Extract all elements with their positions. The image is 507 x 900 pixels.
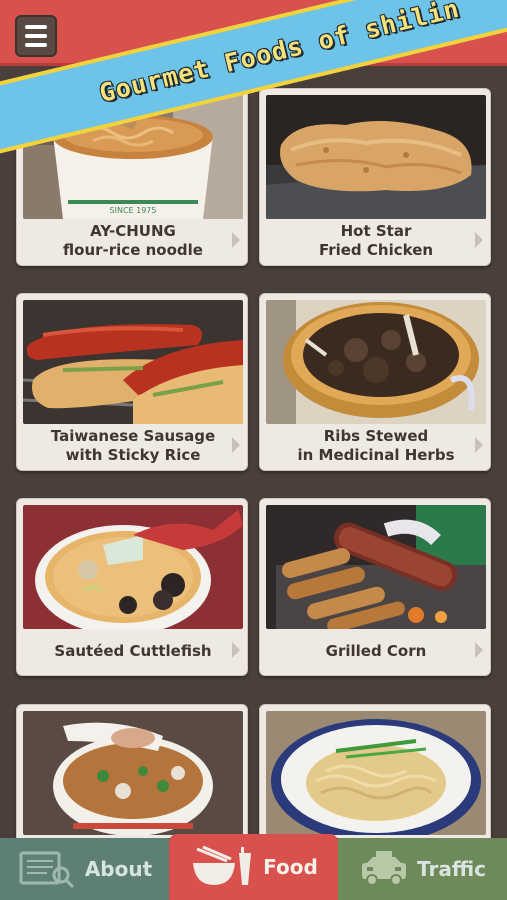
hamburger-menu-icon bbox=[25, 25, 47, 29]
food-card-hot-star[interactable]: Hot Star Fried Chicken bbox=[259, 88, 491, 266]
food-card-subtitle: flour-rice noodle bbox=[63, 241, 203, 259]
tab-food[interactable]: Food bbox=[169, 834, 338, 900]
chevron-right-icon bbox=[475, 642, 483, 658]
food-photo bbox=[266, 300, 486, 424]
tab-about[interactable]: About bbox=[0, 838, 169, 900]
chevron-right-icon bbox=[475, 232, 483, 248]
food-card-subtitle: in Medicinal Herbs bbox=[297, 446, 455, 464]
food-photo bbox=[23, 505, 243, 629]
food-photo bbox=[23, 300, 243, 424]
tab-food-label: Food bbox=[263, 855, 318, 879]
food-photo bbox=[266, 95, 486, 219]
food-card-title: Grilled Corn bbox=[325, 641, 427, 660]
bottom-tab-bar: About Food Traffic bbox=[0, 834, 507, 900]
food-card-title: Hot Star bbox=[340, 222, 412, 240]
food-card-title: Ribs Stewed bbox=[323, 427, 429, 445]
food-card-title: Sautéed Cuttlefish bbox=[54, 641, 212, 660]
taxi-icon bbox=[362, 851, 407, 886]
food-grid: SINCE 1975 AY-CHUNG flour-rice noodle Ho… bbox=[0, 66, 507, 838]
food-card-title: Taiwanese Sausage bbox=[50, 427, 216, 445]
food-card-ribs-stewed[interactable]: Ribs Stewed in Medicinal Herbs bbox=[259, 293, 491, 471]
menu-button[interactable] bbox=[15, 15, 57, 57]
book-search-icon bbox=[19, 851, 74, 889]
food-card-taiwanese-sausage[interactable]: Taiwanese Sausage with Sticky Rice bbox=[16, 293, 248, 471]
chevron-right-icon bbox=[475, 437, 483, 453]
food-card-soup[interactable] bbox=[16, 704, 248, 838]
chevron-right-icon bbox=[232, 642, 240, 658]
chevron-right-icon bbox=[232, 232, 240, 248]
food-photo bbox=[23, 711, 243, 835]
food-card-subtitle: with Sticky Rice bbox=[65, 446, 201, 464]
food-card-title: AY-CHUNG bbox=[90, 222, 176, 240]
food-card-noodles[interactable] bbox=[259, 704, 491, 838]
chevron-right-icon bbox=[232, 437, 240, 453]
food-photo bbox=[266, 711, 486, 835]
tab-traffic-label: Traffic bbox=[417, 857, 486, 881]
noodle-bowl-icon bbox=[193, 845, 252, 885]
tab-about-label: About bbox=[84, 857, 153, 881]
food-card-sauteed-cuttlefish[interactable]: Sautéed Cuttlefish bbox=[16, 498, 248, 676]
food-card-grilled-corn[interactable]: Grilled Corn bbox=[259, 498, 491, 676]
food-photo bbox=[266, 505, 486, 629]
tab-traffic[interactable]: Traffic bbox=[338, 838, 507, 900]
svg-text:SINCE 1975: SINCE 1975 bbox=[110, 206, 157, 215]
food-card-subtitle: Fried Chicken bbox=[318, 241, 434, 259]
